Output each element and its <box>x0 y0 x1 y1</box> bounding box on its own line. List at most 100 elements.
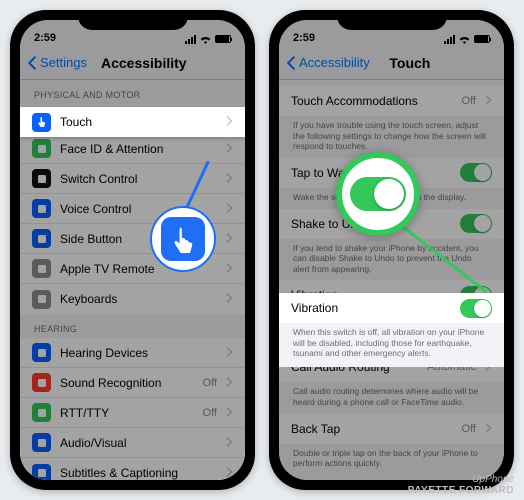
list-item[interactable]: Subtitles & Captioning <box>20 458 245 480</box>
item-value: Off <box>462 95 476 107</box>
item-label: Audio/Visual <box>60 436 217 450</box>
chevron-right-icon <box>226 466 233 480</box>
list-item[interactable]: Sound Recognition Off <box>20 368 245 398</box>
chevron-right-icon <box>226 346 233 360</box>
chevron-right-icon <box>226 376 233 390</box>
rtt-icon <box>32 403 51 422</box>
touch-label: Touch <box>60 115 217 129</box>
list-item[interactable]: Tap to Wake <box>279 158 504 188</box>
side-icon <box>32 229 51 248</box>
item-value: Off <box>203 407 217 419</box>
page-title: Touch <box>322 55 498 71</box>
list-item[interactable]: Keyboards <box>20 284 245 314</box>
chevron-right-icon <box>485 94 492 108</box>
phone-left: 2:59 Settings Accessibility PHYSICAL AND… <box>10 10 255 490</box>
list-item[interactable]: Back Tap Off <box>279 414 504 444</box>
tutorial-image: 2:59 Settings Accessibility PHYSICAL AND… <box>0 0 524 490</box>
list-item[interactable]: Audio/Visual <box>20 428 245 458</box>
item-value: Off <box>203 377 217 389</box>
wifi-icon <box>458 34 471 44</box>
item-label: Apple TV Remote <box>60 262 217 276</box>
item-label: Touch Accommodations <box>291 94 453 108</box>
section-header: HEARING <box>20 314 245 338</box>
item-label: Tap to Wake <box>291 166 451 180</box>
chevron-right-icon <box>226 436 233 450</box>
item-label: Sound Recognition <box>60 376 194 390</box>
item-label: Hearing Devices <box>60 346 217 360</box>
status-indicators <box>444 34 490 44</box>
notch <box>337 10 447 30</box>
voice-icon <box>32 199 51 218</box>
toggle[interactable] <box>460 214 492 233</box>
signal-icon <box>444 35 455 44</box>
remote-icon <box>32 259 51 278</box>
touch-icon <box>32 113 51 132</box>
item-value: Off <box>462 423 476 435</box>
list-item[interactable]: Side Button <box>20 224 245 254</box>
item-label: Subtitles & Captioning <box>60 466 217 480</box>
chevron-right-icon <box>226 406 233 420</box>
back-button[interactable]: Settings <box>26 55 87 70</box>
chevron-right-icon <box>226 202 233 216</box>
chevron-right-icon <box>226 142 233 156</box>
section-footer: Wake the screen when you tap on the disp… <box>279 188 504 209</box>
ear-icon <box>32 343 51 362</box>
nav-bar: Accessibility Touch <box>279 46 504 80</box>
nav-bar: Settings Accessibility <box>20 46 245 80</box>
keyboard-icon <box>32 290 51 309</box>
list-item[interactable]: Switch Control <box>20 164 245 194</box>
item-label: Shake to Undo <box>291 217 451 231</box>
chevron-right-icon <box>226 262 233 276</box>
switch-icon <box>32 169 51 188</box>
list-item[interactable]: RTT/TTY Off <box>20 398 245 428</box>
battery-icon <box>474 35 490 43</box>
item-label: Face ID & Attention <box>60 142 217 156</box>
vibration-row-highlighted[interactable]: Vibration <box>279 293 504 323</box>
page-title: Accessibility <box>87 55 187 71</box>
wifi-icon <box>199 34 212 44</box>
notch <box>78 10 188 30</box>
battery-icon <box>215 35 231 43</box>
signal-icon <box>185 35 196 44</box>
item-label: Back Tap <box>291 422 453 436</box>
list-item[interactable]: Apple TV Remote <box>20 254 245 284</box>
vibration-toggle[interactable] <box>460 299 492 318</box>
av-icon <box>32 433 51 452</box>
faceid-icon <box>32 139 51 158</box>
watermark: UpPhone PAYETTE FORWARD <box>408 474 514 496</box>
section-header: PHYSICAL AND MOTOR <box>20 80 245 104</box>
section-footer: Call audio routing determines where audi… <box>279 382 504 413</box>
item-label: Keyboards <box>60 292 217 306</box>
section-footer: Double or triple tap on the back of your… <box>279 444 504 475</box>
screen-right: 2:59 Accessibility Touch Touch Accommoda… <box>279 20 504 480</box>
list-item[interactable]: Touch Accommodations Off <box>279 86 504 116</box>
list-item[interactable]: Shake to Undo <box>279 209 504 239</box>
chevron-right-icon <box>226 292 233 306</box>
vibration-label: Vibration <box>291 301 451 315</box>
phone-right: 2:59 Accessibility Touch Touch Accommoda… <box>269 10 514 490</box>
back-label: Settings <box>40 55 87 70</box>
item-label: Side Button <box>60 232 217 246</box>
touch-row-highlighted[interactable]: Touch <box>20 107 245 137</box>
status-indicators <box>185 34 231 44</box>
chevron-right-icon <box>485 422 492 436</box>
cc-icon <box>32 464 51 481</box>
chevron-right-icon <box>226 172 233 186</box>
sound-icon <box>32 373 51 392</box>
section-footer: If you tend to shake your iPhone by acci… <box>279 239 504 281</box>
touch-settings-list[interactable]: Touch Accommodations Off If you have troub… <box>279 80 504 480</box>
status-time: 2:59 <box>293 32 315 44</box>
status-time: 2:59 <box>34 32 56 44</box>
list-item[interactable]: Face ID & Attention <box>20 134 245 164</box>
toggle[interactable] <box>460 163 492 182</box>
vibration-footer-highlighted: When this switch is off, all vibration o… <box>279 323 504 367</box>
settings-list[interactable]: PHYSICAL AND MOTOR Touch Face ID & Attenti… <box>20 80 245 480</box>
chevron-right-icon <box>226 232 233 246</box>
section-footer: If you have trouble using the touch scre… <box>279 116 504 158</box>
list-item[interactable]: Voice Control <box>20 194 245 224</box>
item-label: Voice Control <box>60 202 217 216</box>
item-label: Switch Control <box>60 172 217 186</box>
screen-left: 2:59 Settings Accessibility PHYSICAL AND… <box>20 20 245 480</box>
item-label: RTT/TTY <box>60 406 194 420</box>
list-item[interactable]: Hearing Devices <box>20 338 245 368</box>
